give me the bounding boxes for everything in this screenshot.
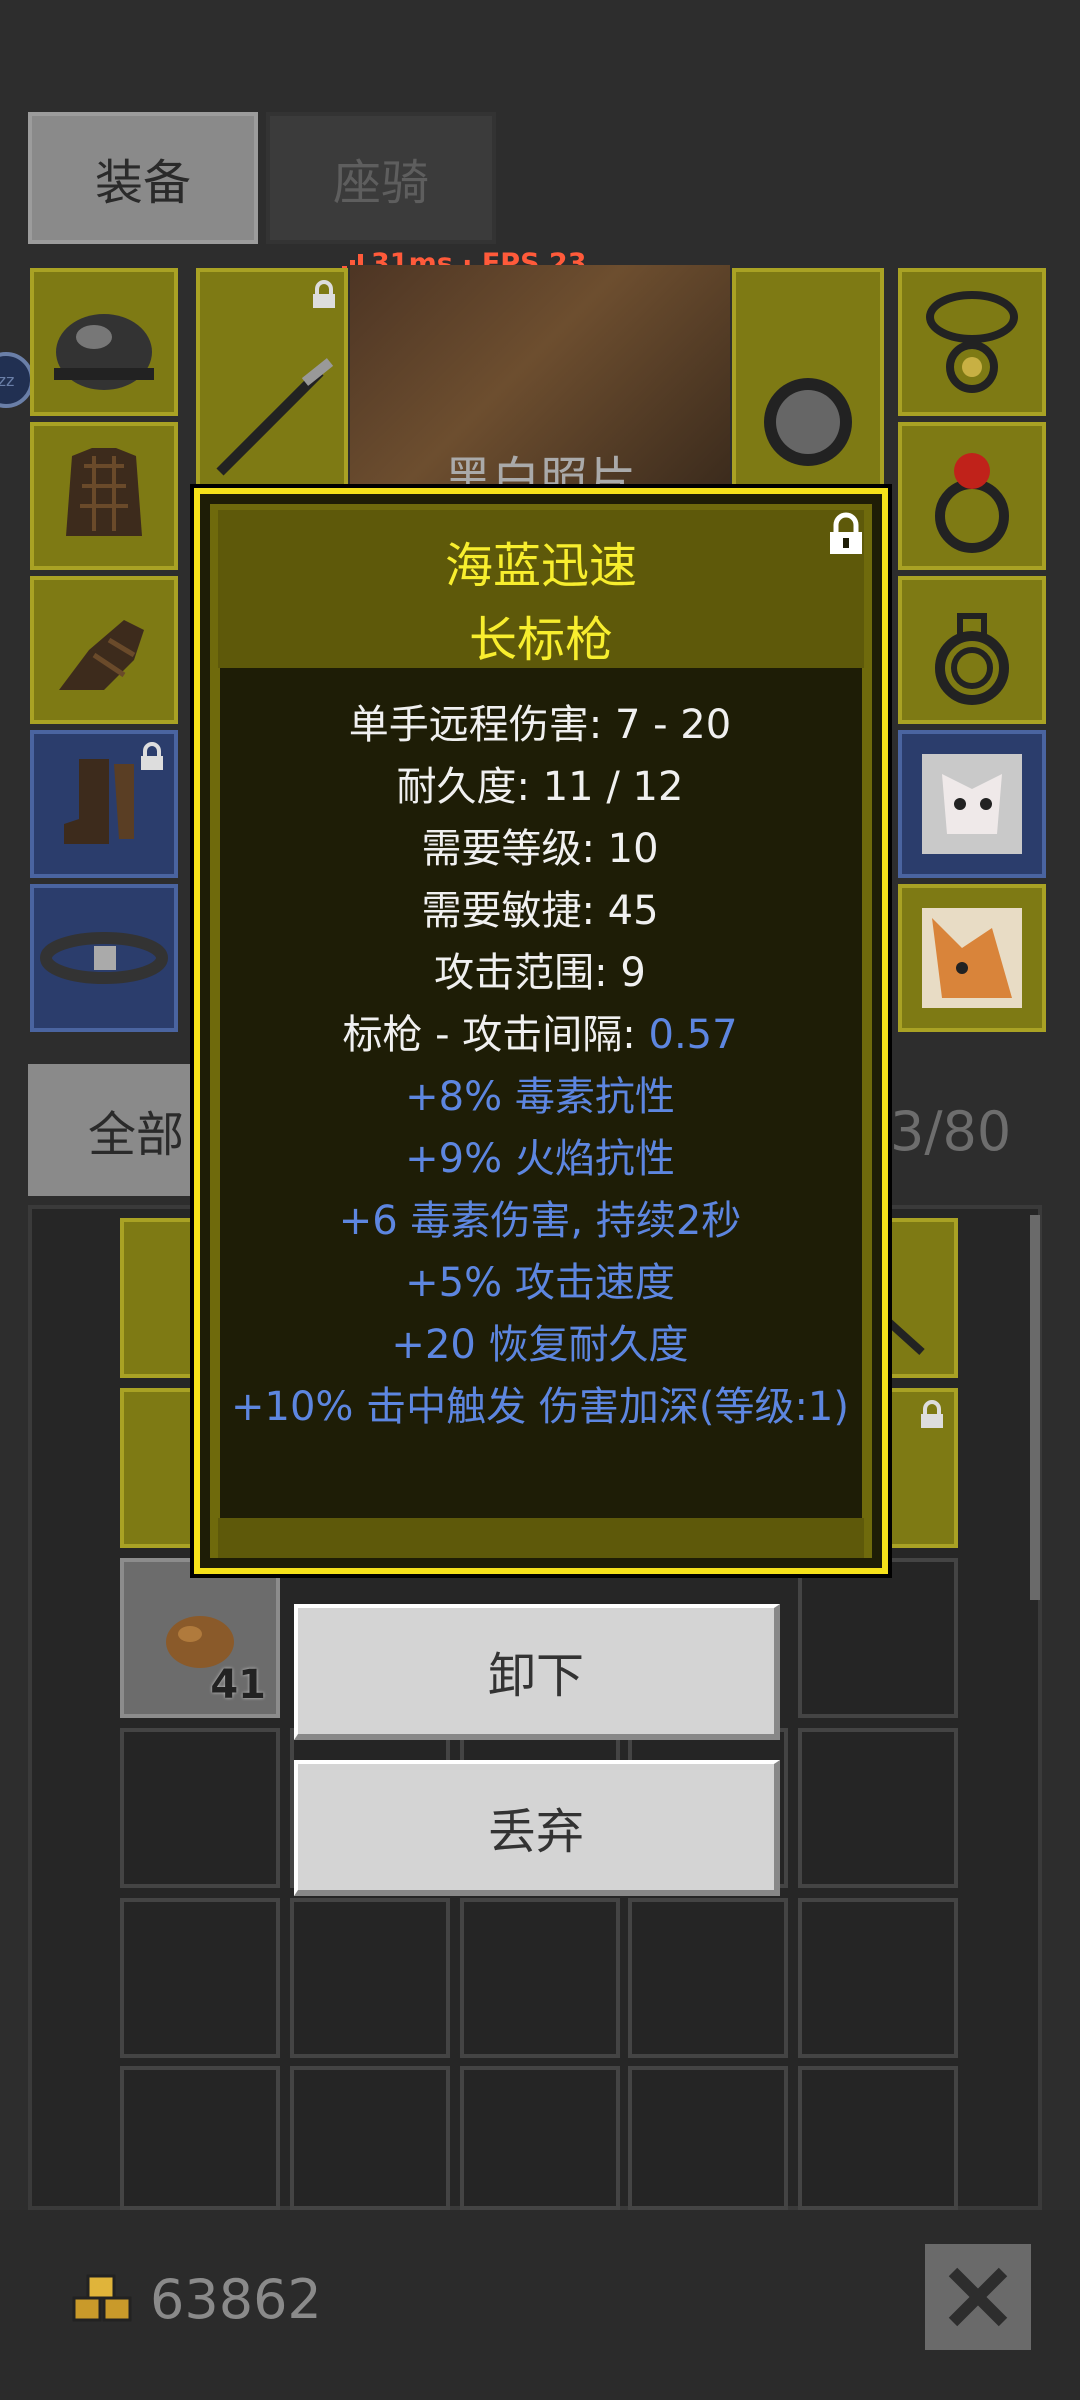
companion-slot[interactable] <box>898 884 1046 1032</box>
stat-required-agility: 需要敏捷: 45 <box>421 888 659 934</box>
affix-on-hit-proc: +10% 击中触发 伤害加深(等级:1) <box>231 1384 849 1430</box>
tooltip-footer <box>218 1518 864 1558</box>
tab-equipment[interactable]: 装备 <box>28 112 258 244</box>
inventory-slot[interactable] <box>460 2066 620 2210</box>
stat-durability: 耐久度: 11 / 12 <box>396 764 684 810</box>
boots-slot[interactable] <box>30 730 178 878</box>
affix-poison-resist: +8% 毒素抗性 <box>405 1074 675 1120</box>
inventory-slot-ore[interactable]: 41 <box>120 1558 280 1718</box>
item-name: 长标枪 <box>468 612 613 668</box>
tab-mount[interactable]: 座骑 <box>266 112 496 244</box>
stat-required-level: 需要等级: 10 <box>421 826 659 872</box>
amulet-icon <box>926 291 1018 393</box>
attack-interval-label: 标枪 - 攻击间隔: <box>342 1012 649 1058</box>
helmet-icon <box>54 314 154 390</box>
stack-count: 41 <box>210 1662 266 1708</box>
fox-portrait-icon <box>922 908 1022 1008</box>
weapon-slot[interactable] <box>196 268 348 498</box>
lock-icon <box>921 1400 943 1428</box>
amulet-slot[interactable] <box>898 268 1046 416</box>
inventory-slot[interactable] <box>120 1728 280 1888</box>
ring2-slot[interactable] <box>898 576 1046 724</box>
gold-coins-icon <box>72 2274 132 2322</box>
offhand-slot[interactable] <box>732 268 884 498</box>
close-button[interactable] <box>925 2244 1031 2350</box>
ring-icon <box>935 613 1009 705</box>
gloves-icon <box>59 620 144 690</box>
ruby-ring-icon <box>935 453 1009 553</box>
inventory-slot[interactable] <box>798 1898 958 2058</box>
armor-slot[interactable] <box>30 422 178 570</box>
attack-interval-value: 0.57 <box>648 1012 738 1058</box>
helmet-slot[interactable] <box>30 268 178 416</box>
discard-button[interactable]: 丢弃 <box>294 1760 780 1896</box>
belt-slot[interactable] <box>30 884 178 1032</box>
pet-portrait-icon <box>922 754 1022 854</box>
affix-poison-damage: +6 毒素伤害, 持续2秒 <box>338 1198 742 1244</box>
inventory-slot[interactable] <box>628 1898 788 2058</box>
lock-icon <box>141 742 163 770</box>
filter-all-button[interactable]: 全部 <box>28 1064 198 1196</box>
sleep-icon[interactable]: zz <box>0 352 34 408</box>
unequip-button[interactable]: 卸下 <box>294 1604 780 1740</box>
inventory-slot[interactable] <box>290 2066 450 2210</box>
inventory-slot[interactable] <box>798 2066 958 2210</box>
inventory-slot[interactable] <box>460 1898 620 2058</box>
affix-fire-resist: +9% 火焰抗性 <box>405 1136 675 1182</box>
affix-durability-regen: +20 恢复耐久度 <box>391 1322 689 1368</box>
inventory-slot[interactable] <box>628 2066 788 2210</box>
lock-icon <box>313 280 335 308</box>
stat-damage: 单手远程伤害: 7 - 20 <box>348 702 732 748</box>
item-name-prefix: 海蓝迅速 <box>444 538 637 594</box>
inventory-slot[interactable] <box>798 1728 958 1888</box>
inventory-scrollbar[interactable] <box>1030 1215 1040 1600</box>
inventory-count: 3/80 <box>890 1100 1012 1163</box>
stat-attack-range: 攻击范围: 9 <box>434 950 646 996</box>
ring1-slot[interactable] <box>898 422 1046 570</box>
belt-icon <box>40 932 168 984</box>
affix-attack-speed: +5% 攻击速度 <box>405 1260 675 1306</box>
close-icon <box>948 2267 1008 2327</box>
armor-icon <box>66 448 142 536</box>
inventory-slot[interactable] <box>120 1898 280 2058</box>
stat-attack-interval: 标枪 - 攻击间隔: 0.57 <box>200 1002 880 1060</box>
lock-icon[interactable] <box>826 512 866 556</box>
pet-slot[interactable] <box>898 730 1046 878</box>
inventory-slot[interactable] <box>798 1558 958 1718</box>
inventory-slot[interactable] <box>120 2066 280 2210</box>
shield-icon <box>764 378 852 466</box>
inventory-slot[interactable] <box>290 1898 450 2058</box>
gloves-slot[interactable] <box>30 576 178 724</box>
gold-amount: 63862 <box>150 2268 322 2331</box>
